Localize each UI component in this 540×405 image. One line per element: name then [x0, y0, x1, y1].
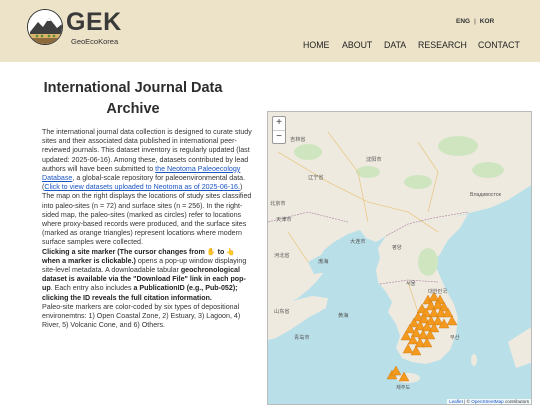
- site-header: GEK GeoEcoKorea ENG | KOR HOME ABOUT DATA …: [0, 0, 540, 62]
- zoom-in-button[interactable]: +: [273, 117, 285, 130]
- logo-mountain-icon[interactable]: [27, 9, 63, 45]
- map-label-shenyang: 沈阳市: [366, 157, 382, 163]
- paragraph-intro: The international journal data collectio…: [42, 128, 252, 192]
- lang-kor-link[interactable]: KOR: [480, 18, 494, 25]
- osm-link[interactable]: OpenStreetMap: [471, 399, 503, 404]
- nav-contact[interactable]: CONTACT: [478, 40, 520, 50]
- map-label-bohai: 渤海: [318, 259, 329, 265]
- nav-home[interactable]: HOME: [303, 40, 329, 50]
- map-label-korea: 대한민국: [428, 289, 448, 295]
- map-tiles[interactable]: [268, 112, 532, 405]
- page-title: International Journal Data Archive: [43, 80, 223, 117]
- map-label-vladivostok: Владивосток: [470, 192, 501, 198]
- lang-eng-link[interactable]: ENG: [456, 18, 470, 25]
- nav-about[interactable]: ABOUT: [342, 40, 372, 50]
- map-label-qingdao: 青岛市: [294, 335, 310, 341]
- logo-subtitle: GeoEcoKorea: [71, 37, 119, 46]
- paragraph-marker-colors: Paleo-site markers are color-coded by si…: [42, 302, 241, 330]
- map-label-tianjin: 天津市: [276, 217, 292, 223]
- map-label-busan: 부산: [450, 335, 460, 341]
- paragraph-map-description: The map on the right displays the locati…: [42, 192, 252, 247]
- map-label-jeju: 제주도: [396, 385, 411, 391]
- map-label-yellow-sea: 黄海: [338, 313, 349, 319]
- map-label-shandong: 山东省: [274, 309, 290, 315]
- site-map[interactable]: 吉林省 辽宁省 北京市 天津市 沈阳市 河北省 渤海 大连市 평양 Владив…: [267, 111, 532, 405]
- map-zoom-control: + −: [272, 116, 286, 144]
- nav-research[interactable]: RESEARCH: [418, 40, 467, 50]
- neotoma-datasets-link[interactable]: Click to view datasets uploaded to Neoto…: [44, 183, 240, 191]
- map-label-jilin: 吉林省: [290, 137, 306, 143]
- leaflet-link[interactable]: Leaflet: [449, 399, 463, 404]
- map-attribution: Leaflet | © OpenStreetMap contributors: [447, 399, 531, 404]
- lang-separator: |: [474, 18, 476, 25]
- paragraph-marker-instructions: Clicking a site marker (The cursor chang…: [42, 247, 247, 302]
- map-label-hebei: 河北省: [274, 253, 290, 259]
- language-switcher: ENG | KOR: [456, 18, 494, 25]
- map-label-beijing: 北京市: [270, 201, 286, 207]
- hand-cursor-icon: ✋: [206, 247, 216, 256]
- map-label-liaoning: 辽宁省: [308, 175, 324, 181]
- map-label-seoul: 서울: [406, 281, 416, 287]
- map-label-pyongyang: 평양: [392, 245, 402, 251]
- pointer-cursor-icon: 👆: [226, 247, 236, 256]
- nav-data[interactable]: DATA: [384, 40, 406, 50]
- logo-text[interactable]: GEK: [66, 8, 122, 36]
- map-label-dalian: 大连市: [350, 239, 366, 245]
- zoom-out-button[interactable]: −: [273, 130, 285, 143]
- description-text: The international journal data collectio…: [42, 128, 252, 330]
